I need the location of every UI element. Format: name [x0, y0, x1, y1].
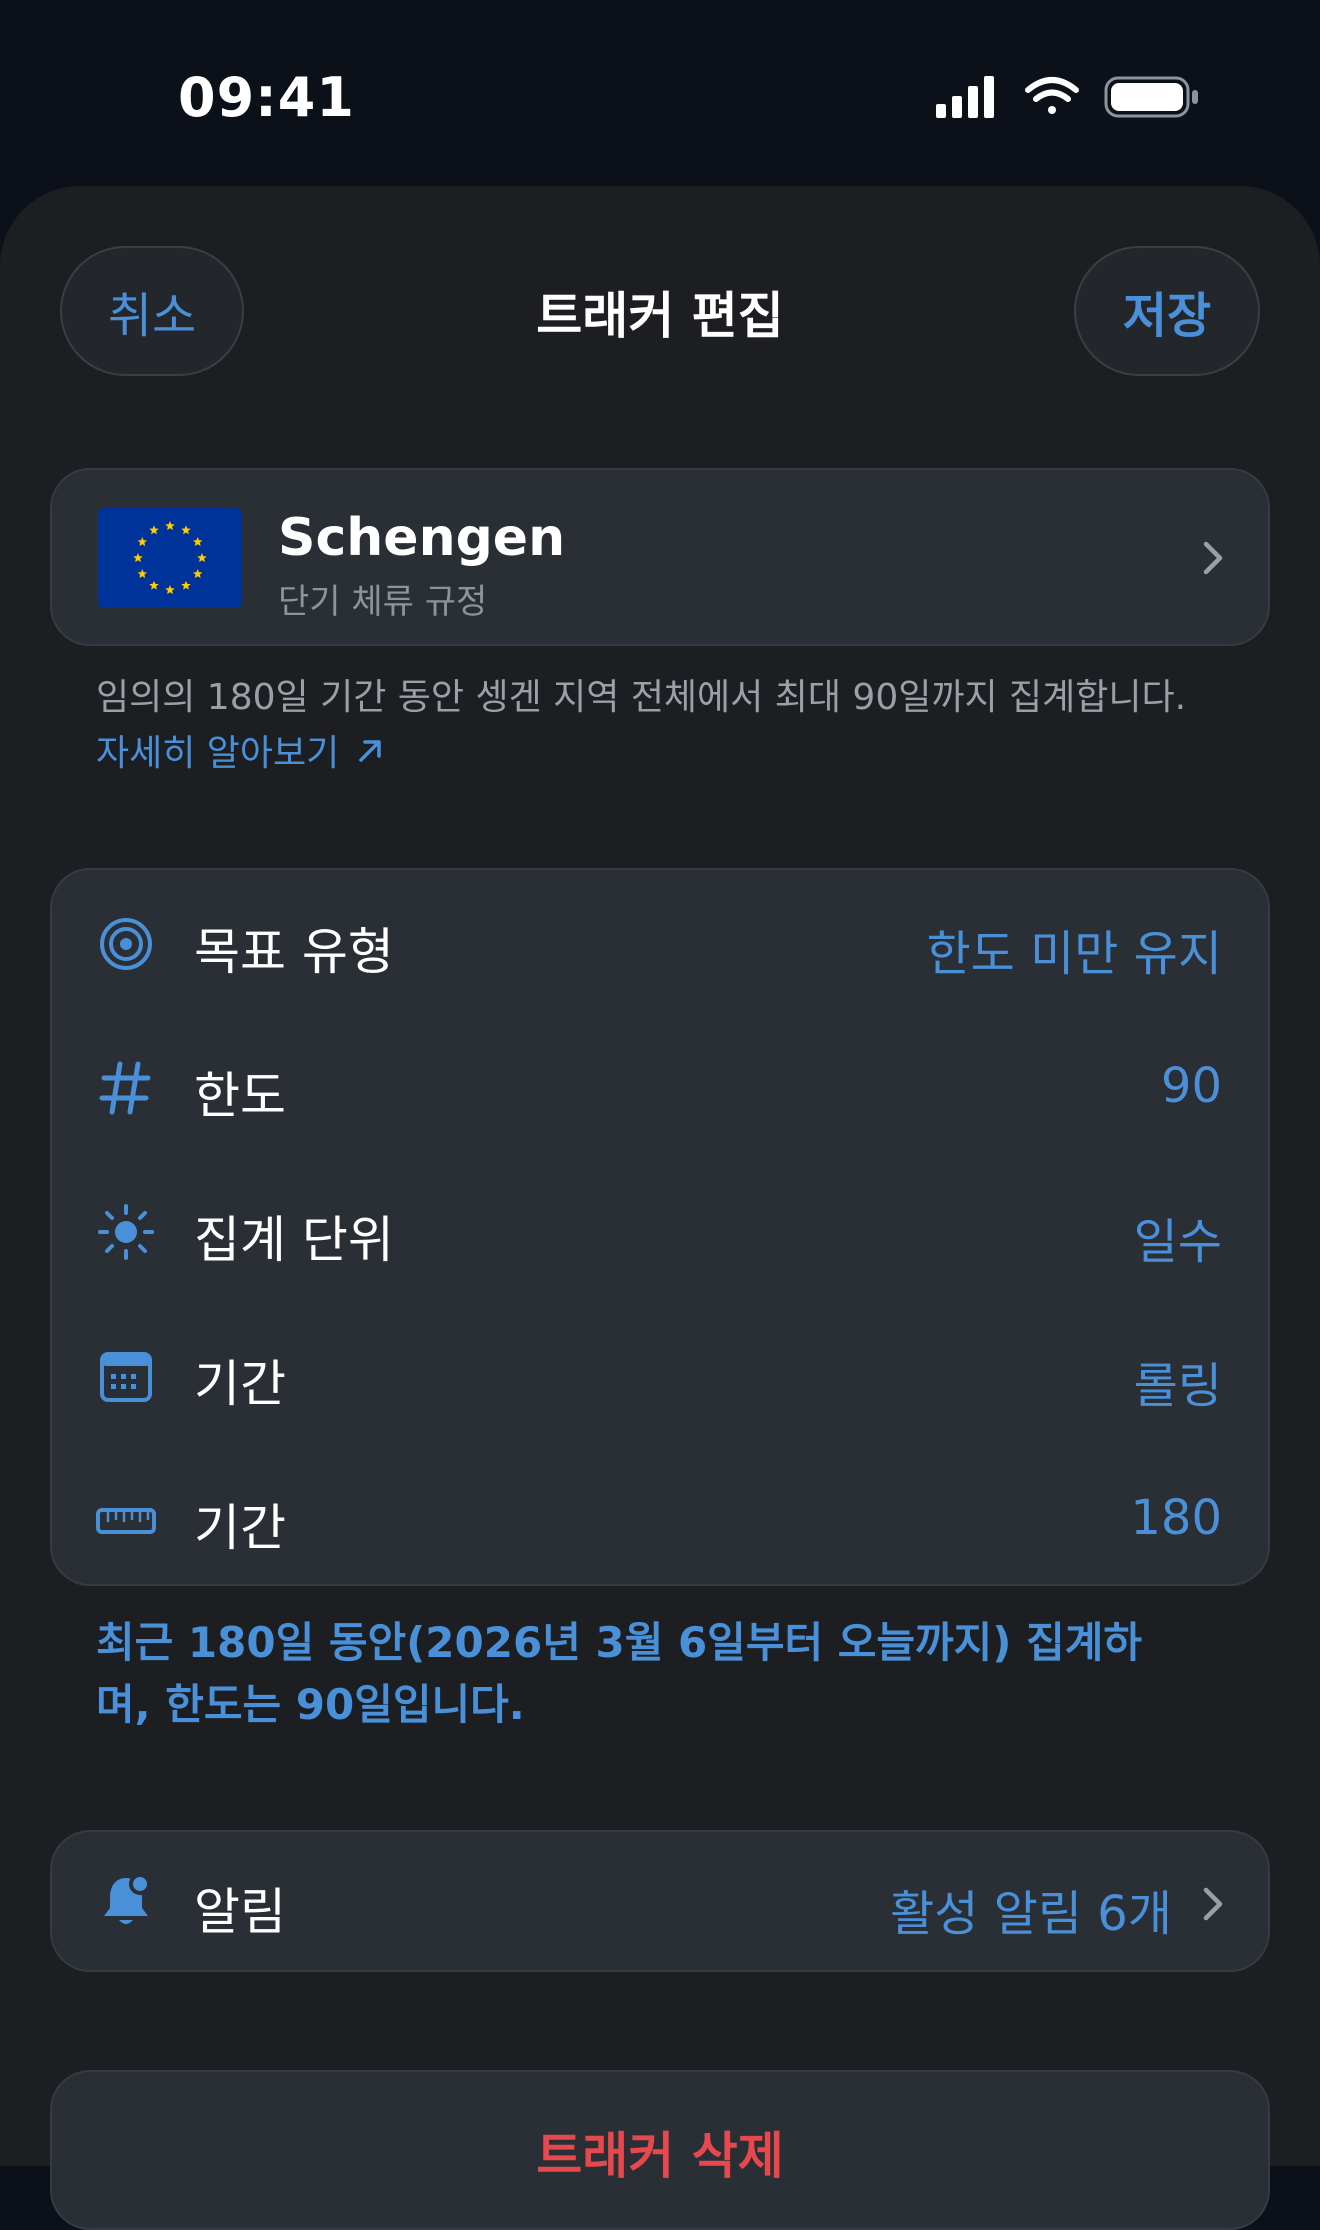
cancel-button[interactable]: 취소: [60, 246, 244, 376]
chevron-right-icon: [1203, 1887, 1223, 1921]
status-bar: 09:41: [0, 0, 1320, 186]
setting-label: 기간: [194, 1499, 286, 1557]
alerts-label: 알림: [194, 1883, 286, 1941]
wifi-icon: [1025, 77, 1079, 114]
setting-value: 한도 미만 유지: [926, 926, 1222, 982]
eu-flag-icon: [98, 508, 242, 608]
period-summary: 최근 180일 동안(2026년 3월 6일부터 오늘까지) 집계하며, 한도는…: [96, 1618, 1143, 1729]
page-title: 트래커 편집: [536, 287, 784, 345]
learn-more-label: 자세히 알아보기: [96, 733, 340, 774]
region-selector[interactable]: Schengen 단기 체류 규정: [50, 468, 1270, 646]
delete-tracker-label: 트래커 삭제: [536, 2127, 784, 2185]
setting-row-limit[interactable]: 한도 90: [52, 1014, 1268, 1158]
target-icon: [100, 918, 152, 970]
battery-icon: [1104, 76, 1198, 118]
setting-row-period-length[interactable]: 기간 180: [52, 1446, 1268, 1590]
setting-row-count-unit[interactable]: 집계 단위 일수: [52, 1158, 1268, 1302]
setting-label: 목표 유형: [194, 923, 394, 981]
settings-card: 목표 유형 한도 미만 유지 한도 90 집계 단위 일수 기간 롤링 기간 1…: [50, 868, 1270, 1586]
sun-icon: [98, 1204, 154, 1260]
status-icons: [936, 76, 1198, 118]
ruler-icon: [96, 1508, 156, 1534]
cellular-signal-icon: [936, 76, 994, 118]
setting-label: 한도: [194, 1067, 286, 1125]
status-time: 09:41: [178, 66, 355, 129]
setting-row-goal-type[interactable]: 목표 유형 한도 미만 유지: [52, 870, 1268, 1014]
external-arrow-icon: [359, 740, 382, 762]
setting-value: 롤링: [1133, 1358, 1222, 1414]
save-button[interactable]: 저장: [1074, 246, 1260, 376]
region-subtitle: 단기 체류 규정: [278, 582, 488, 622]
alerts-row[interactable]: 알림 활성 알림 6개: [50, 1830, 1270, 1972]
region-description: 임의의 180일 기간 동안 셍겐 지역 전체에서 최대 90일까지 집계합니다…: [96, 677, 1187, 718]
setting-value: 일수: [1133, 1214, 1222, 1270]
learn-more-link[interactable]: 자세히 알아보기: [96, 724, 389, 776]
alerts-value: 활성 알림 6개: [890, 1886, 1172, 1942]
setting-value: 90: [1160, 1058, 1222, 1114]
setting-label: 집계 단위: [194, 1211, 394, 1269]
setting-label: 기간: [194, 1355, 286, 1413]
delete-tracker-button[interactable]: 트래커 삭제: [50, 2070, 1270, 2230]
region-name: Schengen: [278, 508, 566, 568]
hash-icon: [99, 1061, 151, 1115]
calendar-icon: [100, 1352, 152, 1402]
setting-value: 180: [1130, 1490, 1222, 1546]
setting-row-period-type[interactable]: 기간 롤링: [52, 1302, 1268, 1446]
bell-badge-icon: [104, 1873, 151, 1924]
chevron-right-icon: [1203, 541, 1223, 575]
